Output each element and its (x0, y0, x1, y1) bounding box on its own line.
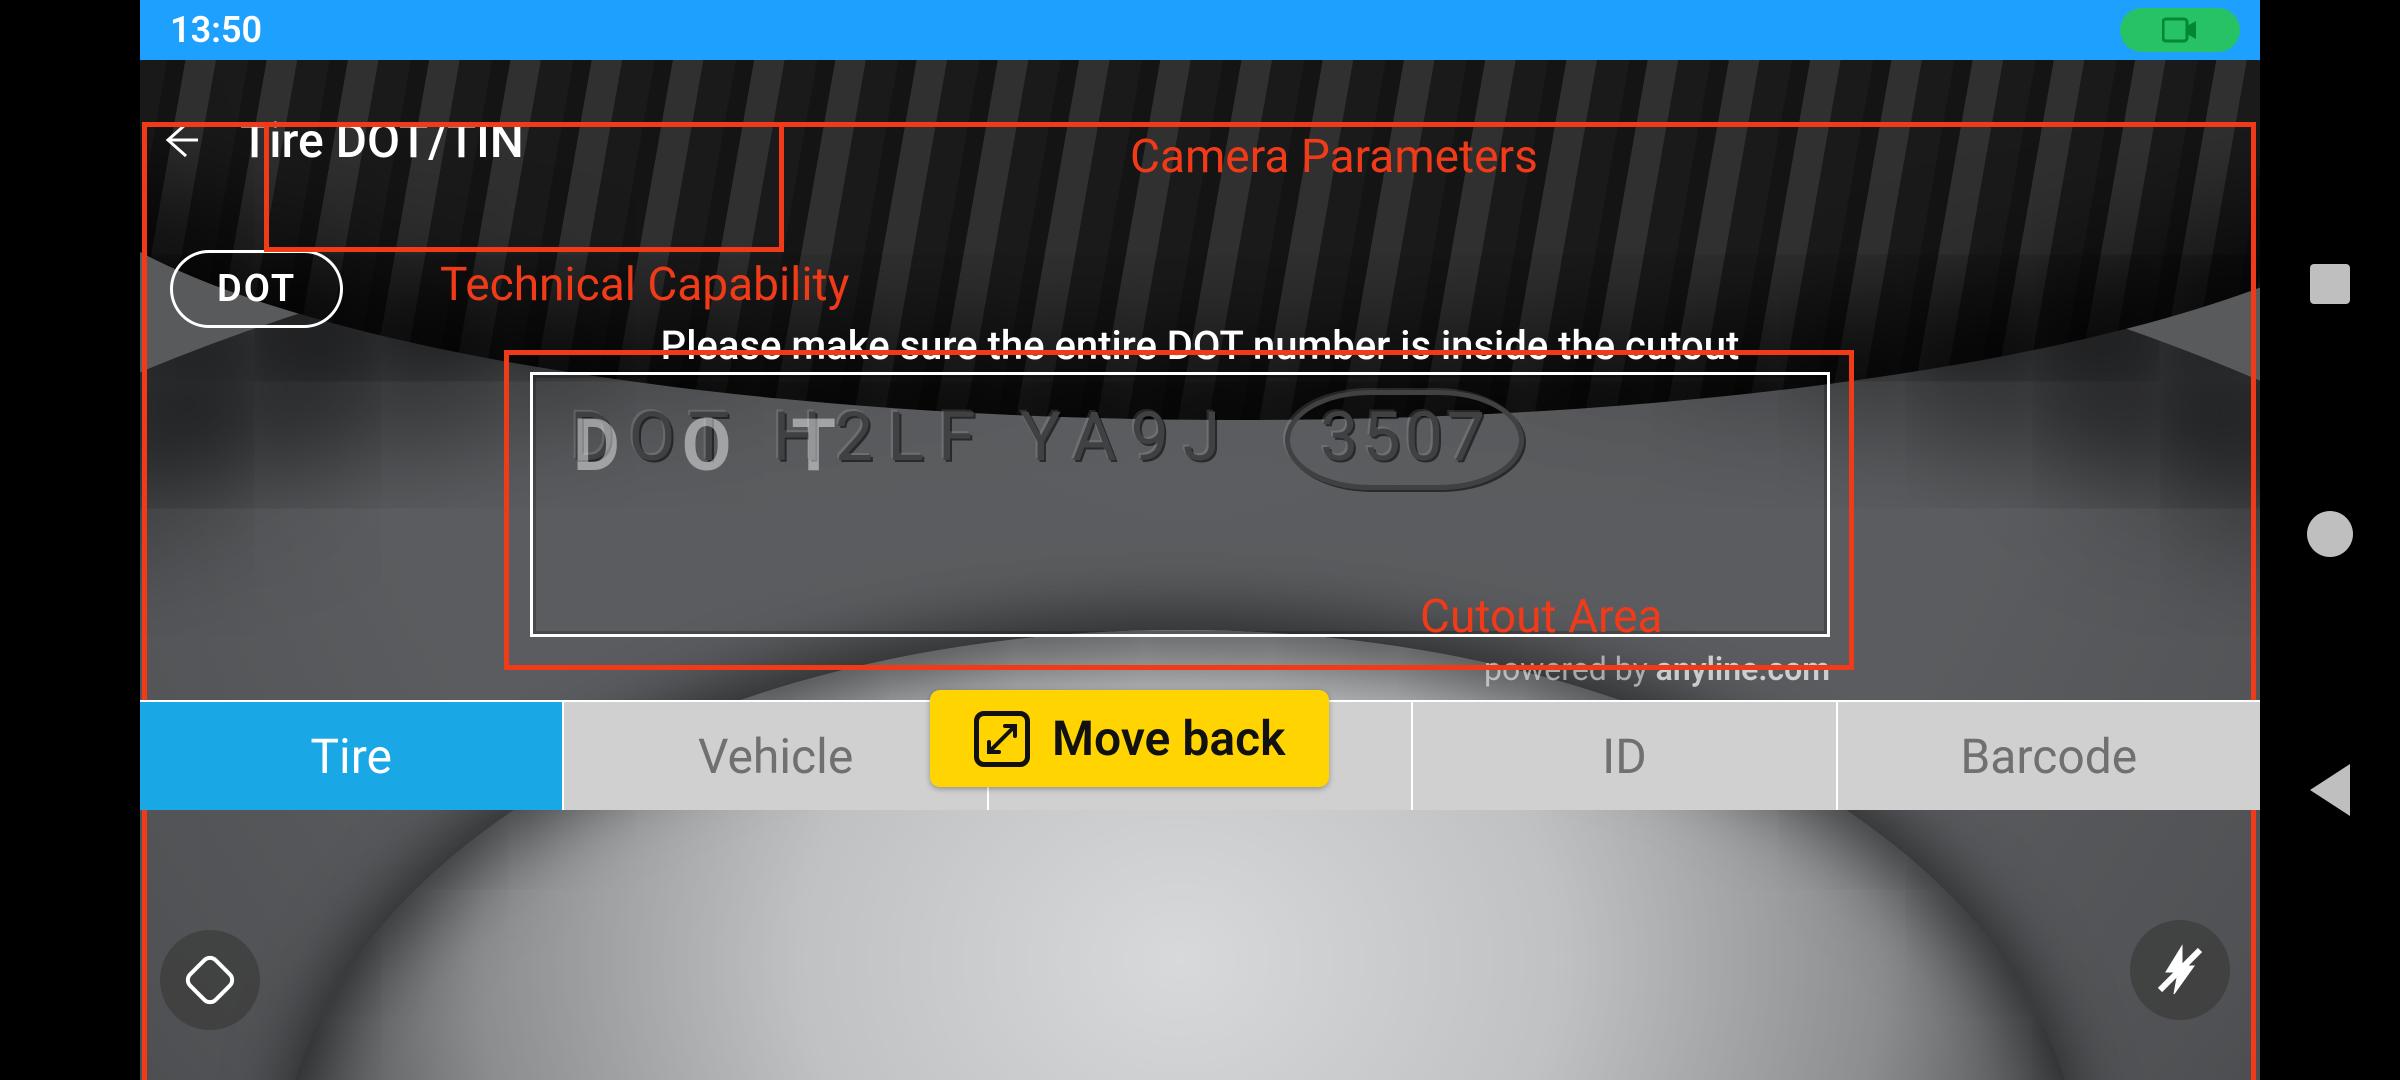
rotate-icon (182, 952, 238, 1008)
cutout-hint-overlay: D O T (573, 403, 858, 488)
video-camera-icon (2162, 16, 2198, 44)
camera-view: DOT H2LF YA9J 3507 Tire DOT/TIN DOT Plea… (140, 60, 2260, 1080)
tab-vehicle[interactable]: Vehicle (564, 702, 988, 810)
back-button[interactable] (150, 110, 210, 170)
move-back-button[interactable]: Move back (930, 690, 1329, 787)
android-nav-rail (2260, 0, 2400, 1080)
powered-by-brand: anyline.com (1656, 650, 1830, 688)
tab-barcode[interactable]: Barcode (1838, 702, 2260, 810)
camera-indicator-pill (2120, 8, 2240, 52)
status-time: 13:50 (170, 9, 262, 51)
powered-by-prefix: powered by (1484, 650, 1656, 688)
arrow-left-icon (158, 118, 202, 162)
powered-by: powered by anyline.com (1484, 650, 1830, 688)
expand-arrows-icon (974, 711, 1030, 767)
scan-instruction: Please make sure the entire DOT number i… (140, 322, 2260, 369)
scan-cutout: D O T (530, 372, 1830, 637)
rotate-button[interactable] (160, 930, 260, 1030)
capability-chip-dot[interactable]: DOT (170, 250, 343, 328)
flash-toggle-button[interactable] (2130, 920, 2230, 1020)
nav-overview-button[interactable] (2310, 264, 2350, 304)
nav-home-button[interactable] (2307, 511, 2353, 557)
status-bar: 13:50 (140, 0, 2260, 60)
move-back-label: Move back (1052, 710, 1285, 767)
flash-off-icon (2152, 942, 2208, 998)
nav-back-button[interactable] (2310, 764, 2350, 816)
tab-tire[interactable]: Tire (140, 702, 564, 810)
screen-title: Tire DOT/TIN (240, 112, 524, 169)
tab-id[interactable]: ID (1413, 702, 1837, 810)
